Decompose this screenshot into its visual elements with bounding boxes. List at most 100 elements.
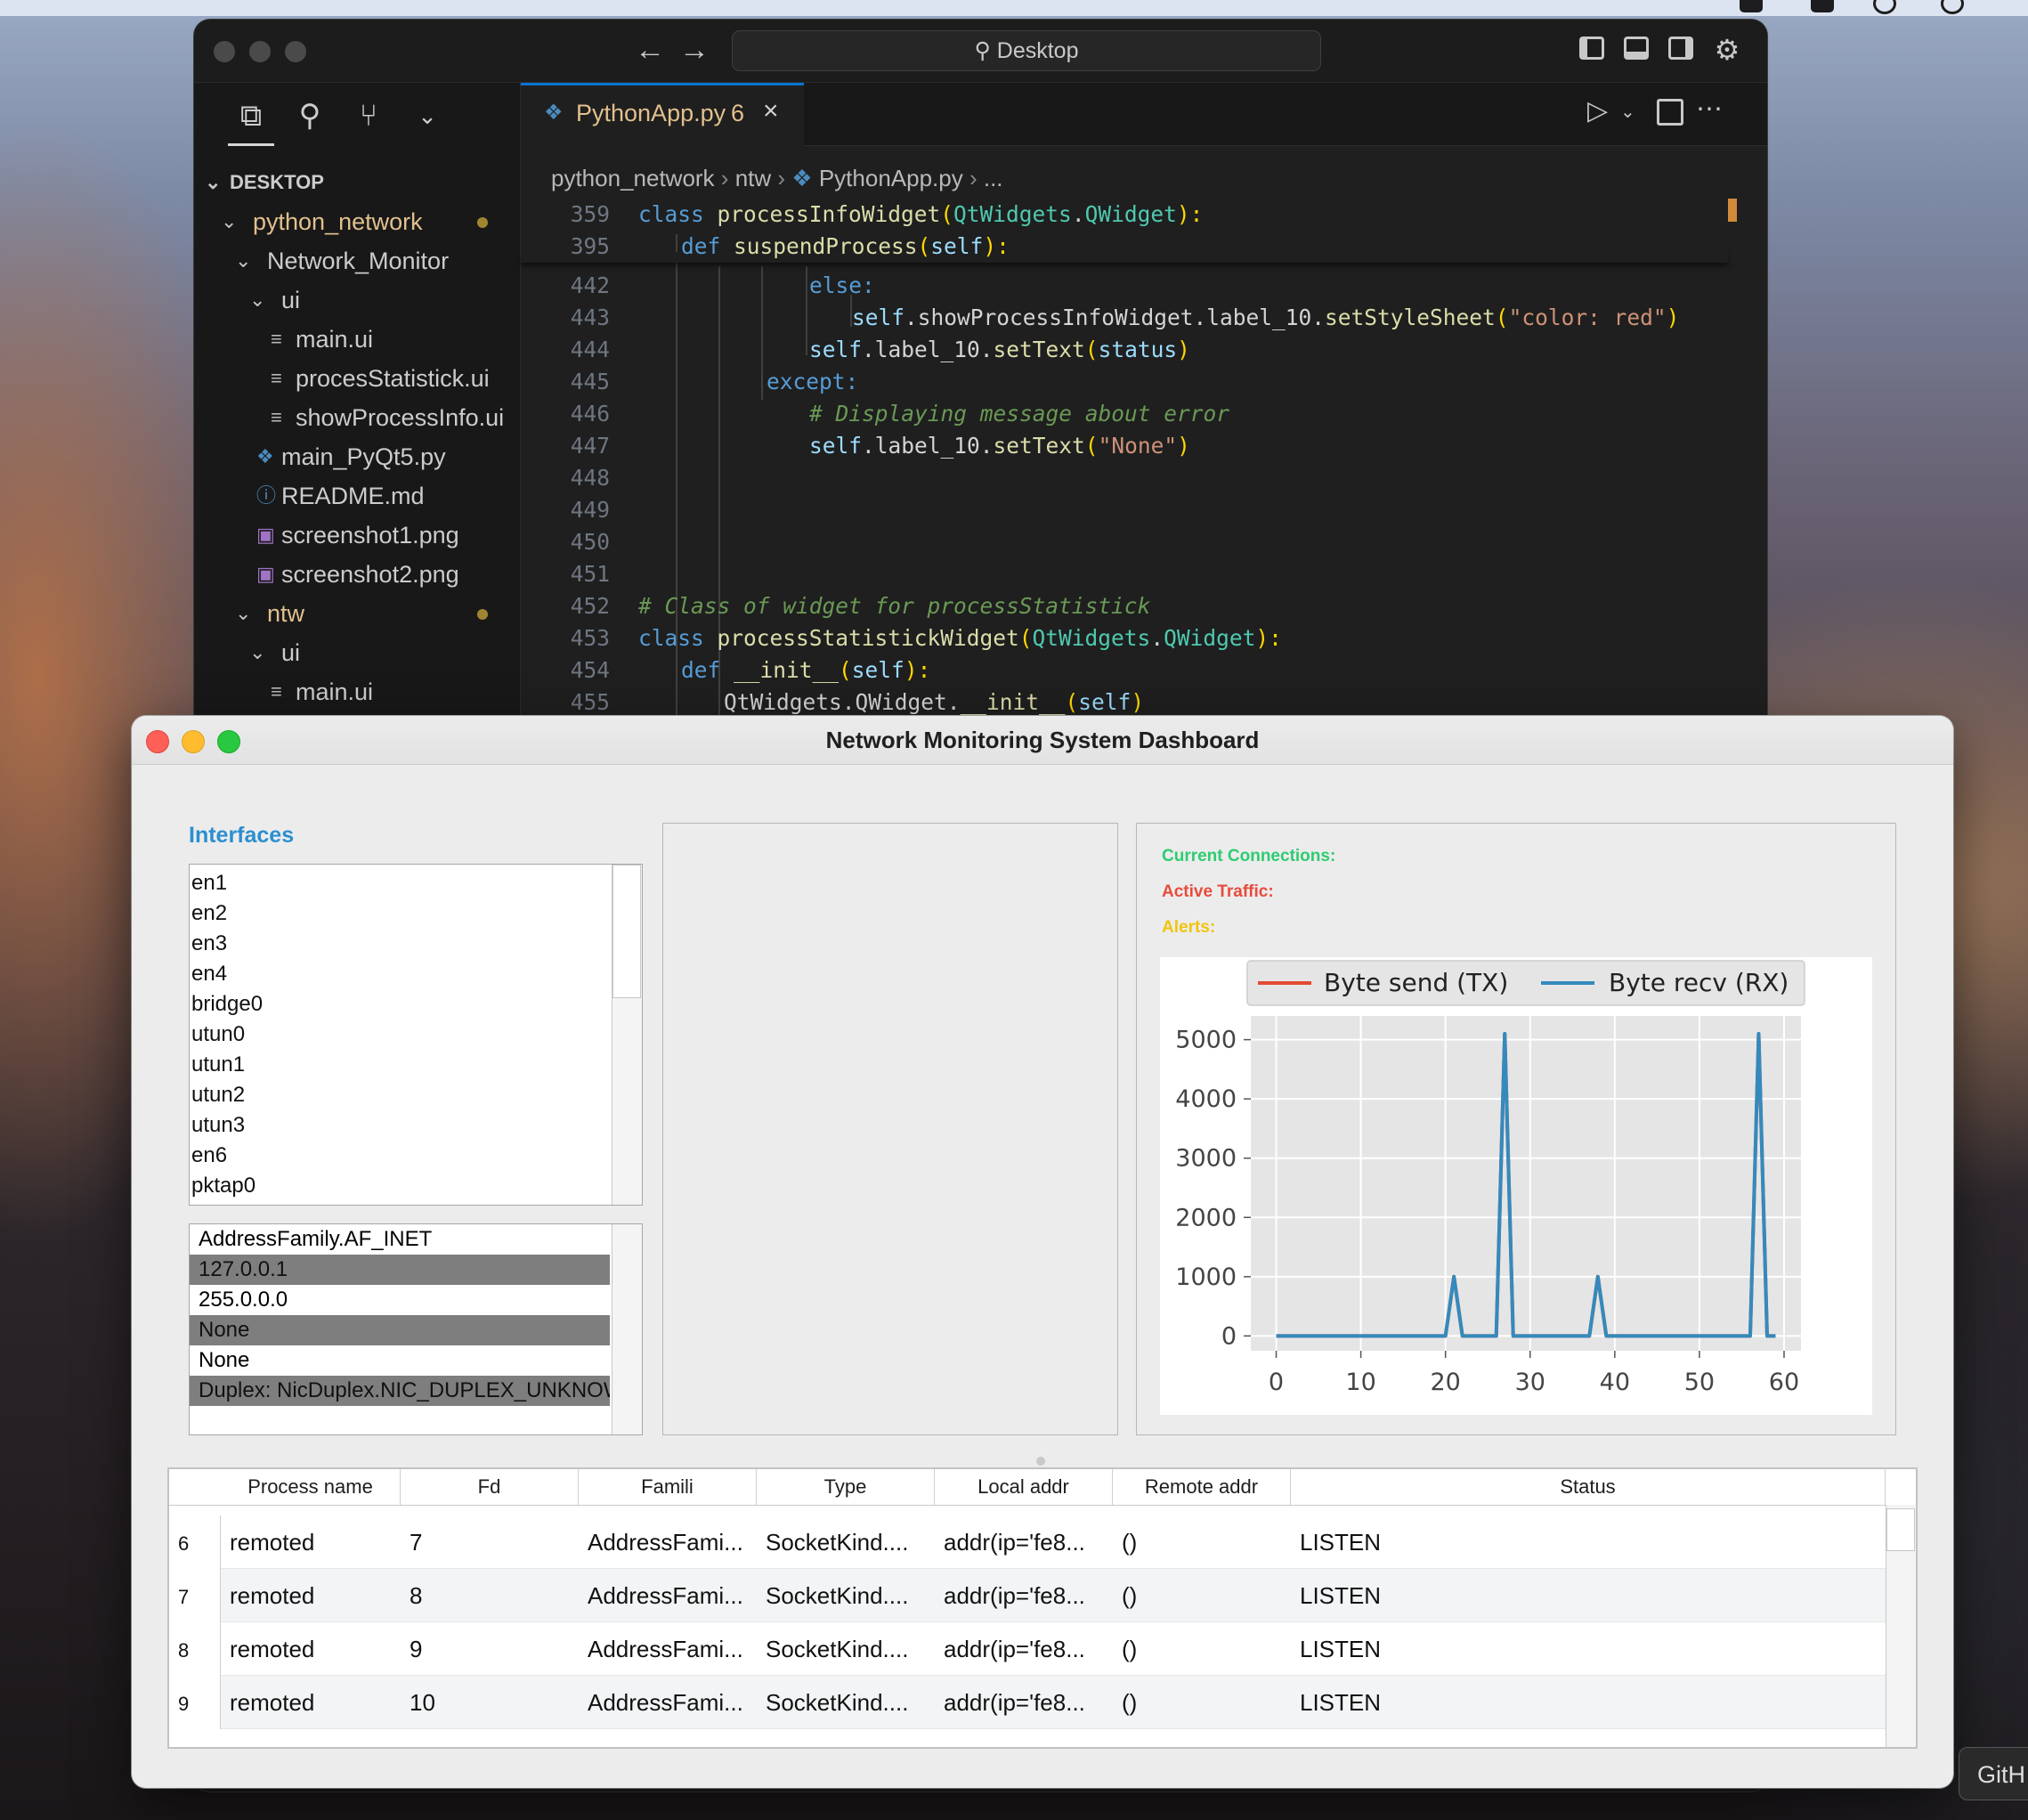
explorer-tree-item[interactable]: ⌄ python_network: [194, 202, 520, 241]
explorer-tree-item[interactable]: ⓘ README.md: [194, 476, 520, 516]
table-row[interactable]: 8 remoted 9 AddressFami... SocketKind.... add…: [169, 1622, 1886, 1676]
breadcrumb-item[interactable]: ntw: [735, 165, 771, 191]
explorer-tree-item[interactable]: ≡ showProcessInfo.ui: [194, 398, 520, 437]
more-actions-icon[interactable]: ⋯: [1696, 93, 1723, 125]
forward-arrow-icon[interactable]: →: [675, 32, 714, 68]
column-header[interactable]: Process name: [221, 1469, 401, 1505]
table-scrollbar[interactable]: [1886, 1505, 1916, 1747]
interfaces-list[interactable]: en1 en2 en3 en4 bridge0 utun0 utun1 utun2 utun3 e…: [189, 864, 643, 1206]
explorer-tree-item[interactable]: ⌄ Network_Monitor: [194, 241, 520, 280]
interface-item[interactable]: utun3: [191, 1110, 245, 1141]
line-number: 452: [570, 593, 610, 619]
search-icon[interactable]: ⚲: [287, 95, 333, 136]
explorer-tree-item[interactable]: ⌄ ui: [194, 280, 520, 320]
menubar-icon[interactable]: [1811, 0, 1834, 12]
table-row[interactable]: 7 remoted 8 AddressFami... SocketKind.... add…: [169, 1569, 1886, 1622]
table-row[interactable]: 6 remoted 7 AddressFami... SocketKind.... add…: [169, 1515, 1886, 1569]
line-number: 454: [570, 657, 610, 683]
code-token: self: [809, 337, 863, 362]
back-arrow-icon[interactable]: ←: [630, 32, 669, 68]
split-editor-icon[interactable]: [1657, 99, 1683, 126]
explorer-section-desktop[interactable]: ⌄ DESKTOP: [194, 163, 520, 202]
scrollbar-thumb[interactable]: [1886, 1508, 1915, 1551]
address-scrollbar[interactable]: [612, 1224, 642, 1434]
menubar-icon[interactable]: [1941, 0, 1964, 14]
explorer-tree-item[interactable]: ≡ main.ui: [194, 320, 520, 359]
address-info-list[interactable]: AddressFamily.AF_INET 127.0.0.1 255.0.0.0 N…: [189, 1223, 643, 1435]
gear-icon[interactable]: ⚙: [1708, 32, 1747, 68]
explorer-tree-item[interactable]: ▣ screenshot2.png: [194, 555, 520, 594]
menubar-icon[interactable]: [1873, 0, 1896, 14]
code-token: ): [1177, 337, 1190, 362]
scrollbar-thumb[interactable]: [612, 865, 641, 998]
interface-item[interactable]: utun1: [191, 1050, 245, 1080]
tree-item-label: ntw: [267, 600, 305, 627]
table-cell: LISTEN: [1300, 1689, 1382, 1716]
row-index[interactable]: 9: [169, 1676, 221, 1729]
column-header[interactable]: Remote addr: [1113, 1469, 1291, 1505]
address-info-item[interactable]: None: [190, 1345, 610, 1376]
close-icon[interactable]: ×: [763, 96, 779, 126]
close-window-button[interactable]: [214, 41, 235, 62]
row-index[interactable]: 6: [169, 1515, 221, 1569]
chevron-down-icon[interactable]: ⌄: [1620, 101, 1635, 123]
x-tick-label: 30: [1515, 1369, 1545, 1396]
column-header[interactable]: Fd: [401, 1469, 579, 1505]
interface-item[interactable]: en4: [191, 959, 227, 989]
tree-item-label: screenshot1.png: [281, 522, 459, 548]
column-header[interactable]: Famili: [579, 1469, 757, 1505]
command-center-search[interactable]: ⚲ Desktop: [732, 30, 1321, 71]
address-info-item[interactable]: None: [190, 1315, 610, 1345]
interface-item[interactable]: bridge0: [191, 989, 263, 1020]
column-header[interactable]: Local addr: [935, 1469, 1113, 1505]
chevron-down-icon[interactable]: ⌄: [404, 95, 450, 136]
code-token: .label_10.: [862, 337, 994, 362]
interfaces-scrollbar[interactable]: [612, 865, 642, 1205]
table-row[interactable]: 9 remoted 10 AddressFami... SocketKind.... ad…: [169, 1676, 1886, 1729]
explorer-tree-item[interactable]: ▣ screenshot1.png: [194, 516, 520, 555]
code-token: __init__: [734, 657, 840, 683]
zoom-window-button[interactable]: [285, 41, 306, 62]
interface-item[interactable]: en2: [191, 898, 227, 929]
column-header[interactable]: Status: [1291, 1469, 1886, 1505]
row-index[interactable]: 8: [169, 1622, 221, 1676]
breadcrumb-item[interactable]: ...: [984, 165, 1003, 191]
file-icon: ⓘ: [256, 484, 277, 507]
source-control-icon[interactable]: ⑂: [345, 95, 392, 136]
dock-github-item[interactable]: GitH: [1959, 1747, 2028, 1800]
code-token: ): [1131, 689, 1145, 715]
address-info-item[interactable]: AddressFamily.AF_INET: [190, 1224, 610, 1255]
explorer-tree-item[interactable]: ≡ procesStatistick.ui: [194, 359, 520, 398]
breadcrumb-item[interactable]: python_network: [551, 165, 715, 191]
explorer-tree-item[interactable]: ⌄ ntw: [194, 594, 520, 633]
interface-item[interactable]: en6: [191, 1141, 227, 1171]
column-header[interactable]: Type: [757, 1469, 935, 1505]
code-view[interactable]: 359 class processInfoWidget(QtWidgets.QWi…: [521, 199, 1749, 822]
splitter-handle[interactable]: [1036, 1457, 1045, 1466]
menubar-icon[interactable]: [1740, 0, 1763, 12]
row-index[interactable]: 7: [169, 1569, 221, 1622]
connections-table[interactable]: Process name Fd Famili Type Local addr Remote…: [167, 1467, 1918, 1749]
tab-pythonapp[interactable]: ❖ PythonApp.py 6 ×: [521, 83, 804, 145]
code-token: status: [1098, 337, 1178, 362]
explorer-tree-item[interactable]: ≡ main.ui: [194, 672, 520, 711]
explorer-tree-item[interactable]: ❖ main_PyQt5.py: [194, 437, 520, 476]
line-number: 450: [570, 529, 610, 555]
breadcrumb-item[interactable]: PythonApp.py: [819, 165, 963, 191]
toggle-secondary-sidebar-icon[interactable]: [1668, 37, 1693, 60]
address-info-item[interactable]: Duplex: NicDuplex.NIC_DUPLEX_UNKNOWN: [190, 1376, 610, 1406]
address-info-item[interactable]: 127.0.0.1: [190, 1255, 610, 1285]
explorer-tree-item[interactable]: ⌄ ui: [194, 633, 520, 672]
toggle-primary-sidebar-icon[interactable]: [1579, 37, 1604, 60]
minimize-window-button[interactable]: [249, 41, 271, 62]
interface-item[interactable]: en1: [191, 868, 227, 898]
table-cell: remoted: [230, 1636, 315, 1662]
address-info-item[interactable]: 255.0.0.0: [190, 1285, 610, 1315]
explorer-files-icon[interactable]: ⧉: [228, 95, 274, 136]
interface-item[interactable]: utun2: [191, 1080, 245, 1110]
toggle-panel-icon[interactable]: [1624, 37, 1649, 60]
interface-item[interactable]: utun0: [191, 1020, 245, 1050]
interface-item[interactable]: en3: [191, 929, 227, 959]
interface-item[interactable]: pktap0: [191, 1171, 256, 1201]
run-icon[interactable]: ▷: [1587, 95, 1608, 126]
